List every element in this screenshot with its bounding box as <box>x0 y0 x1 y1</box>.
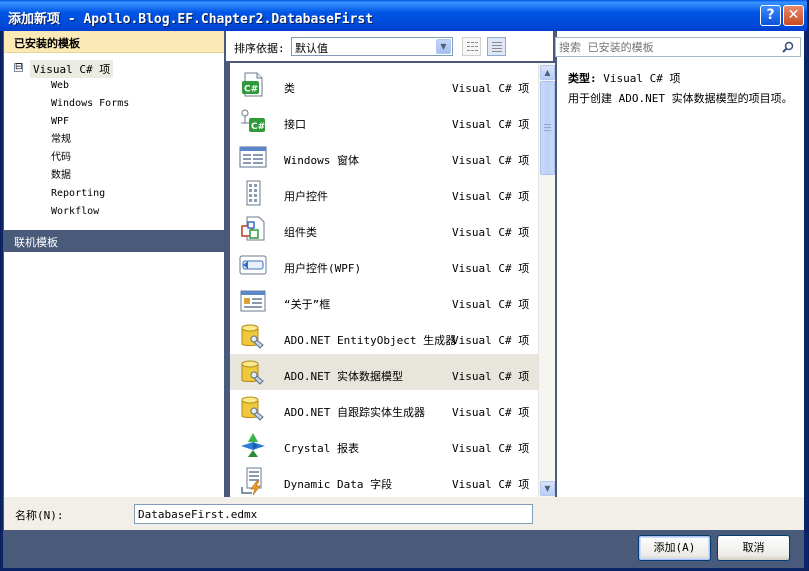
tree-item-windows-forms[interactable]: Windows Forms <box>4 95 224 113</box>
wpf-user-control-icon <box>239 255 267 275</box>
name-label: 名称(N): <box>15 509 64 522</box>
search-input[interactable] <box>559 40 774 54</box>
type-label: 类型: <box>568 72 597 85</box>
list-item[interactable]: 用户控件 Visual C# 项 <box>230 174 538 210</box>
svg-text:C#: C# <box>244 85 258 95</box>
item-name: 类 <box>284 82 295 95</box>
item-category: Visual C# 项 <box>452 370 530 383</box>
template-categories-pane: 已安装的模板 ⊟ Visual C# 项 Web Windows Forms W… <box>4 31 224 497</box>
csharp-interface-icon: C# <box>241 109 265 132</box>
details-pane: 类型: Visual C# 项 用于创建 ADO.NET 实体数据模型的项目项。 <box>555 31 804 497</box>
tree-item-web[interactable]: Web <box>4 77 224 95</box>
list-item[interactable]: C# 接口 Visual C# 项 <box>230 102 538 138</box>
item-name: “关于”框 <box>284 298 331 311</box>
list-item[interactable]: “关于”框 Visual C# 项 <box>230 282 538 318</box>
small-icons-view-button[interactable] <box>462 37 481 56</box>
item-category: Visual C# 项 <box>452 406 530 419</box>
dropdown-arrow-icon[interactable]: ▼ <box>436 39 451 54</box>
sort-label: 排序依据: <box>234 42 285 55</box>
tree-item-reporting[interactable]: Reporting <box>4 185 224 203</box>
item-name: ADO.NET 自跟踪实体生成器 <box>284 406 425 419</box>
self-tracking-generator-icon <box>241 396 264 421</box>
item-name: 用户控件 <box>284 190 328 203</box>
list-toolbar: 排序依据: 默认值 ▼ <box>226 31 553 61</box>
list-scrollbar[interactable]: ▲ ▼ <box>538 63 555 497</box>
search-icon[interactable] <box>782 41 794 53</box>
item-name: Dynamic Data 字段 <box>284 478 393 491</box>
name-row: 名称(N): <box>4 497 804 530</box>
cancel-button[interactable]: 取消 <box>717 535 790 561</box>
component-class-icon <box>241 216 265 241</box>
search-box[interactable] <box>555 37 801 57</box>
item-category: Visual C# 项 <box>452 334 530 347</box>
item-name: ADO.NET EntityObject 生成器 <box>284 334 457 347</box>
item-name: Crystal 报表 <box>284 442 359 455</box>
database-generator-icon <box>241 324 264 349</box>
entity-data-model-icon <box>241 360 264 385</box>
windows-form-icon <box>239 146 267 168</box>
item-category: Visual C# 项 <box>452 478 530 491</box>
list-item[interactable]: 用户控件(WPF) Visual C# 项 <box>230 246 538 282</box>
item-type: 类型: Visual C# 项 <box>568 70 680 86</box>
item-name: 组件类 <box>284 226 317 239</box>
item-description: 用于创建 ADO.NET 实体数据模型的项目项。 <box>568 92 793 105</box>
tree-item-data[interactable]: 数据 <box>4 167 224 185</box>
template-list: C# 类 Visual C# 项 C# 接口 Visual C# 项 Windo… <box>230 63 538 497</box>
tree-item-general[interactable]: 常规 <box>4 131 224 149</box>
tree-item-code[interactable]: 代码 <box>4 149 224 167</box>
template-tree: ⊟ Visual C# 项 Web Windows Forms WPF 常规 代… <box>4 59 224 221</box>
installed-templates-header[interactable]: 已安装的模板 <box>4 31 224 53</box>
close-button[interactable]: ✕ <box>783 5 804 26</box>
sort-dropdown[interactable]: 默认值 ▼ <box>291 37 453 56</box>
tree-item-visual-csharp[interactable]: ⊟ Visual C# 项 <box>4 59 224 78</box>
scroll-down-icon[interactable]: ▼ <box>540 481 555 496</box>
item-category: Visual C# 项 <box>452 118 530 131</box>
item-name: 接口 <box>284 118 306 131</box>
item-category: Visual C# 项 <box>452 154 530 167</box>
item-category: Visual C# 项 <box>452 298 530 311</box>
collapse-icon[interactable]: ⊟ <box>14 63 23 72</box>
crystal-report-icon <box>241 433 265 457</box>
list-item[interactable]: Crystal 报表 Visual C# 项 <box>230 426 538 462</box>
list-item[interactable]: ADO.NET EntityObject 生成器 Visual C# 项 <box>230 318 538 354</box>
sort-value: 默认值 <box>295 42 328 55</box>
list-item[interactable]: Dynamic Data 字段 Visual C# 项 <box>230 462 538 497</box>
scroll-thumb[interactable] <box>540 81 555 175</box>
list-item[interactable]: Windows 窗体 Visual C# 项 <box>230 138 538 174</box>
item-category: Visual C# 项 <box>452 262 530 275</box>
type-value: Visual C# 项 <box>603 72 681 85</box>
item-name: Windows 窗体 <box>284 154 359 167</box>
item-category: Visual C# 项 <box>452 226 530 239</box>
details-view-button[interactable] <box>487 37 506 56</box>
user-control-icon <box>246 180 261 206</box>
csharp-class-icon: C# <box>242 72 263 97</box>
dynamic-data-field-icon <box>241 467 262 495</box>
add-button[interactable]: 添加(A) <box>638 535 711 561</box>
tree-item-wpf[interactable]: WPF <box>4 113 224 131</box>
online-templates-header[interactable]: 联机模板 <box>4 230 224 252</box>
title-bar[interactable]: 添加新项 - Apollo.Blog.EF.Chapter2.DatabaseF… <box>0 0 807 31</box>
window-title: 添加新项 - Apollo.Blog.EF.Chapter2.DatabaseF… <box>8 12 374 27</box>
tree-root-label[interactable]: Visual C# 项 <box>30 60 114 78</box>
list-item[interactable]: C# 类 Visual C# 项 <box>230 66 538 102</box>
about-box-icon <box>240 290 266 312</box>
svg-text:C#: C# <box>251 122 265 132</box>
item-name: 用户控件(WPF) <box>284 262 362 275</box>
help-button[interactable]: ? <box>760 5 781 26</box>
item-category: Visual C# 项 <box>452 190 530 203</box>
list-item[interactable]: ADO.NET 自跟踪实体生成器 Visual C# 项 <box>230 390 538 426</box>
item-name: ADO.NET 实体数据模型 <box>284 370 403 383</box>
scroll-up-icon[interactable]: ▲ <box>540 65 555 80</box>
list-item[interactable]: 组件类 Visual C# 项 <box>230 210 538 246</box>
list-item-selected[interactable]: ADO.NET 实体数据模型 Visual C# 项 <box>230 354 538 390</box>
tree-item-workflow[interactable]: Workflow <box>4 203 224 221</box>
name-input[interactable] <box>134 504 533 524</box>
item-category: Visual C# 项 <box>452 442 530 455</box>
item-category: Visual C# 项 <box>452 82 530 95</box>
